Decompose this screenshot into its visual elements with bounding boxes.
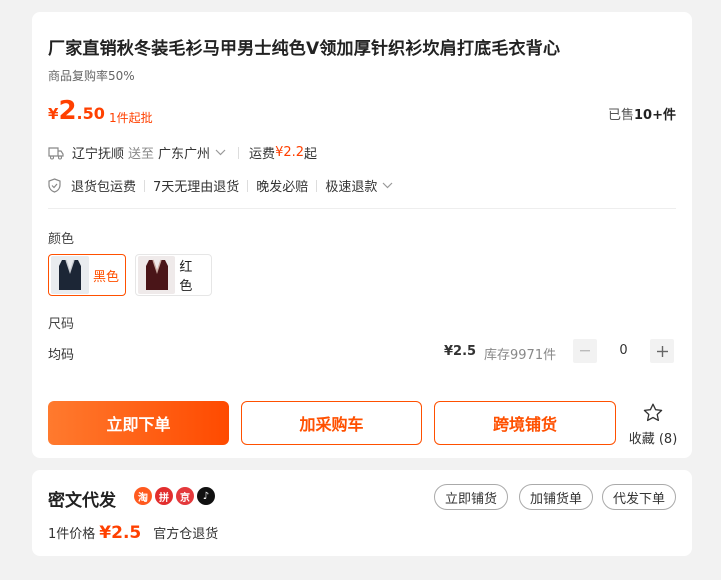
divider: [144, 179, 146, 192]
size-label: 尺码: [48, 317, 75, 332]
quantity-increase-button[interactable]: [650, 339, 674, 363]
favorite-button[interactable]: 收藏 (8): [626, 403, 680, 447]
product-info-card: 厂家直销秋冬装毛衫马甲男士纯色V领加厚针织衫坎肩打底毛衣背心 商品复购率50% …: [32, 12, 692, 458]
sold-count: 已售10+件: [608, 104, 676, 123]
ship-to-word: 送至: [128, 147, 155, 162]
taobao-icon: 淘: [134, 487, 152, 505]
sold-number: 10+件: [634, 108, 676, 123]
price-decimal: .50: [76, 104, 105, 123]
section-divider: [48, 208, 676, 209]
dropship-card: 密文代发 淘 拼 京 ♪ 立即铺货 加铺货单 代发下单 1件价格 ¥2.5 官方…: [32, 470, 692, 556]
price-integer: 2: [58, 96, 77, 126]
shield-icon: [48, 178, 61, 193]
price-currency: ¥: [48, 105, 59, 123]
color-option-red[interactable]: 红色: [135, 254, 212, 296]
color-label: 颜色: [48, 232, 75, 247]
ship-from: 辽宁抚顺: [72, 147, 125, 162]
ship-to: 广东广州: [158, 147, 211, 162]
chevron-down-icon: [215, 149, 226, 156]
fee-value: ¥2.2: [275, 145, 305, 160]
platform-icons: 淘 拼 京 ♪: [134, 487, 215, 505]
jd-icon: 京: [176, 487, 194, 505]
tiktok-icon: ♪: [197, 487, 215, 505]
color-name-red: 红色: [179, 260, 193, 294]
quantity-input[interactable]: 0: [597, 343, 650, 358]
fee-label: 运费: [249, 147, 276, 162]
size-option-name: 均码: [48, 348, 75, 363]
shipping-row: 辽宁抚顺 送至 广东广州 运费 ¥2.2 起: [48, 143, 317, 162]
service-row: 退货包运费 7天无理由退货 晚发必赔 极速退款: [48, 176, 393, 195]
stock-count: 库存9971件: [484, 348, 557, 363]
dropship-price-row: 1件价格 ¥2.5 官方仓退货: [48, 523, 218, 543]
chevron-down-icon: [382, 182, 393, 189]
plus-icon: [656, 345, 668, 357]
service-seven-day: 7天无理由退货: [153, 180, 240, 195]
favorite-label: 收藏 (8): [628, 432, 678, 447]
service-late-compensation: 晚发必赔: [256, 180, 309, 195]
color-name-black: 黑色: [92, 269, 119, 285]
product-price: ¥2.50: [48, 96, 105, 126]
dropship-title: 密文代发: [48, 491, 116, 511]
list-now-button[interactable]: 立即铺货: [434, 484, 508, 510]
vest-thumbnail-black: [51, 256, 89, 294]
fee-suffix: 起: [304, 147, 318, 162]
star-icon: [626, 403, 680, 426]
product-title: 厂家直销秋冬装毛衫马甲男士纯色V领加厚针织衫坎肩打底毛衣背心: [48, 39, 561, 59]
divider: [247, 179, 249, 192]
service-fast-refund: 极速退款: [325, 180, 378, 195]
quantity-decrease-button[interactable]: [573, 339, 597, 363]
dropship-price: ¥2.5: [99, 523, 142, 543]
dropship-return-note: 官方仓退货: [153, 527, 219, 542]
cross-border-listing-button[interactable]: 跨境铺货: [434, 401, 616, 445]
color-option-black[interactable]: 黑色: [48, 254, 126, 296]
repurchase-rate: 商品复购率50%: [48, 69, 135, 83]
size-price: ¥2.5: [444, 344, 477, 359]
minus-icon: [580, 350, 590, 352]
divider: [316, 179, 318, 192]
service-fast-refund-toggle[interactable]: 极速退款: [325, 176, 393, 195]
min-order: 1件起批: [109, 111, 153, 125]
service-return-shipping: 退货包运费: [71, 180, 137, 195]
dropship-order-button[interactable]: 代发下单: [602, 484, 676, 510]
dropship-price-label: 1件价格: [48, 527, 96, 542]
truck-icon: [48, 146, 64, 160]
ship-to-selector[interactable]: 广东广州: [158, 143, 226, 162]
divider: [238, 146, 240, 159]
pinduoduo-icon: 拼: [155, 487, 173, 505]
buy-now-button[interactable]: 立即下单: [48, 401, 229, 445]
sold-prefix: 已售: [608, 108, 635, 123]
add-listing-button[interactable]: 加铺货单: [519, 484, 593, 510]
vest-thumbnail-red: [138, 256, 176, 294]
add-to-cart-button[interactable]: 加采购车: [241, 401, 422, 445]
